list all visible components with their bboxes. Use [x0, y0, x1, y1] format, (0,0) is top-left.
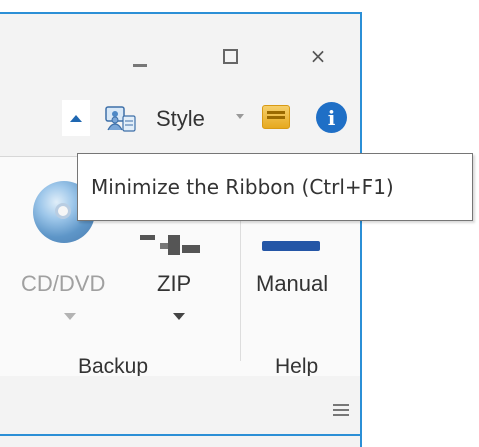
minimize-button[interactable]: [118, 34, 162, 78]
maximize-button[interactable]: [208, 34, 252, 78]
zip-dropdown-icon[interactable]: [173, 313, 185, 320]
zip-icon: [140, 235, 200, 255]
style-dropdown-caret-icon[interactable]: [236, 114, 244, 119]
manual-button-label[interactable]: Manual: [256, 269, 328, 299]
cd-dvd-dropdown-icon: [64, 313, 76, 320]
close-icon: ×: [309, 44, 327, 68]
app-window: × Style i CD/DVD ZIP Manual Backup Help: [0, 12, 362, 447]
chevron-up-icon: [70, 114, 82, 122]
cd-dvd-button-label: CD/DVD: [21, 271, 106, 296]
close-button[interactable]: ×: [296, 34, 340, 78]
window-bottom-border: [0, 434, 362, 436]
style-menu-label[interactable]: Style: [156, 104, 205, 134]
hamburger-icon[interactable]: [333, 404, 349, 416]
quick-toolbar: Style i: [0, 98, 360, 144]
info-icon-glyph: i: [327, 105, 336, 130]
title-bar: ×: [0, 14, 360, 84]
status-strip: [0, 376, 360, 438]
tooltip: Minimize the Ribbon (Ctrl+F1): [77, 153, 473, 221]
info-icon[interactable]: i: [316, 102, 347, 133]
maximize-icon: [222, 48, 238, 64]
style-icon[interactable]: [104, 104, 138, 134]
app-window-crop: × Style i CD/DVD ZIP Manual Backup Help …: [0, 0, 479, 447]
minimize-ribbon-button[interactable]: [62, 100, 90, 136]
manual-icon: [262, 241, 320, 251]
minimize-icon: [133, 63, 147, 67]
theme-icon[interactable]: [262, 105, 290, 129]
tooltip-text: Minimize the Ribbon (Ctrl+F1): [91, 175, 394, 199]
zip-button-label[interactable]: ZIP: [157, 269, 191, 299]
